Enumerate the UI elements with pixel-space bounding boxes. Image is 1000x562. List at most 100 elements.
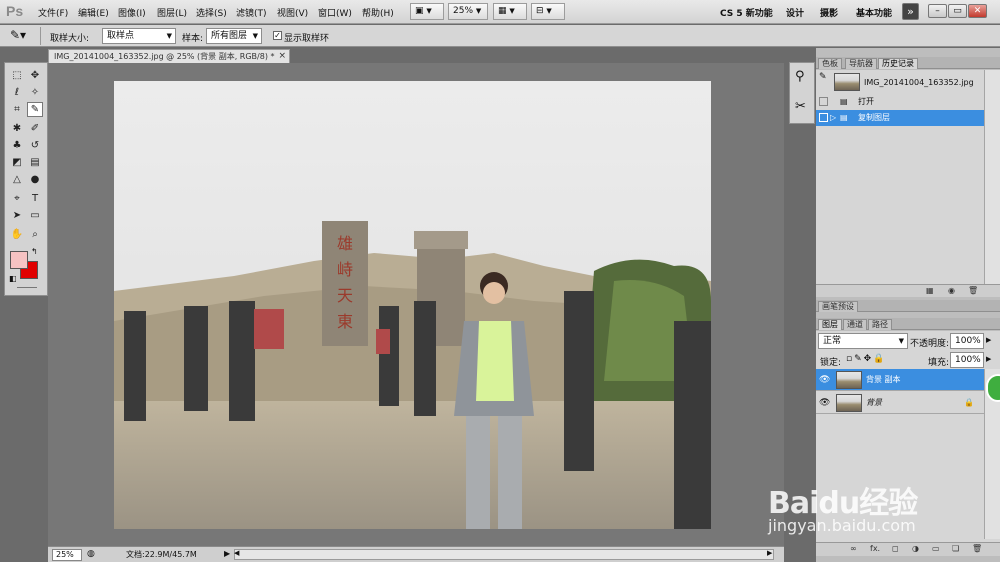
layer-row[interactable]: 👁 背景 🔒 bbox=[816, 392, 984, 414]
shape-tool[interactable]: ▭ bbox=[27, 208, 43, 223]
workspace-overflow-button[interactable]: » bbox=[902, 3, 919, 20]
restore-button[interactable]: ▭ bbox=[948, 4, 967, 18]
delete-layer-icon[interactable]: 🗑 bbox=[972, 544, 982, 553]
menu-image[interactable]: 图像(I) bbox=[118, 6, 146, 19]
eye-icon[interactable]: 👁 bbox=[819, 392, 830, 414]
blend-mode-select[interactable]: 正常 ▼ bbox=[818, 333, 908, 349]
history-item[interactable]: ▤ 打开 bbox=[816, 94, 984, 110]
opacity-input[interactable]: 100% bbox=[950, 333, 984, 349]
quick-select-tool[interactable]: ✧ bbox=[27, 85, 43, 100]
horizontal-scrollbar[interactable] bbox=[234, 549, 774, 560]
history-brush-tool[interactable]: ↺ bbox=[27, 138, 43, 153]
tool-presets-icon[interactable]: ✂ bbox=[795, 99, 806, 114]
layer-name[interactable]: 背景 bbox=[866, 392, 882, 414]
history-item-selected[interactable]: ▷ ▤ 复制图层 bbox=[816, 110, 984, 126]
tab-navigator[interactable]: 导航器 bbox=[845, 58, 877, 69]
layer-row-selected[interactable]: 👁 背景 副本 bbox=[816, 369, 984, 391]
sample-size-select[interactable]: 取样点 ▼ bbox=[102, 28, 176, 44]
workspace-essentials[interactable]: 基本功能 bbox=[856, 6, 892, 19]
scroll-left-icon[interactable]: ◀ bbox=[234, 549, 239, 557]
clone-stamp-tool[interactable]: ♣ bbox=[9, 138, 25, 153]
eyedropper-preset-icon[interactable]: ✎▾ bbox=[10, 28, 26, 42]
clone-source-icon[interactable]: ⚲ bbox=[795, 69, 805, 84]
trash-icon[interactable]: 🗑 bbox=[968, 286, 978, 295]
zoom-field[interactable]: 25% bbox=[52, 549, 82, 561]
add-mask-icon[interactable]: ◻ bbox=[892, 544, 899, 553]
history-state-slider-icon[interactable]: ▷ bbox=[830, 110, 836, 126]
layer-name[interactable]: 背景 副本 bbox=[866, 369, 901, 391]
menu-file[interactable]: 文件(F) bbox=[38, 6, 68, 19]
tab-layers[interactable]: 图层 bbox=[818, 319, 842, 330]
sample-select[interactable]: 所有图层 ▼ bbox=[206, 28, 262, 44]
new-document-from-state-icon[interactable]: ▦ bbox=[926, 286, 934, 295]
hand-tool[interactable]: ✋ bbox=[9, 227, 25, 242]
menu-window[interactable]: 窗口(W) bbox=[318, 6, 352, 19]
pen-tool[interactable]: ⌖ bbox=[9, 191, 25, 206]
gradient-tool[interactable]: ▤ bbox=[27, 155, 43, 170]
move-tool[interactable]: ✥ bbox=[27, 68, 43, 83]
scroll-right-icon[interactable]: ▶ bbox=[767, 549, 772, 557]
brush-tool[interactable]: ✐ bbox=[27, 121, 43, 136]
menu-edit[interactable]: 编辑(E) bbox=[78, 6, 109, 19]
tab-paths[interactable]: 路径 bbox=[868, 319, 892, 330]
snapshot-brush-icon[interactable]: ✎ bbox=[819, 72, 829, 90]
foreground-color-front[interactable] bbox=[10, 251, 28, 269]
menu-filter[interactable]: 滤镜(T) bbox=[236, 6, 267, 19]
crop-tool[interactable]: ⌗ bbox=[9, 102, 25, 117]
create-snapshot-icon[interactable]: ◉ bbox=[948, 286, 955, 295]
tab-swatches[interactable]: 色板 bbox=[818, 58, 842, 69]
marquee-tool[interactable]: ⬚ bbox=[9, 68, 25, 83]
lock-icons[interactable]: ▫✎✥🔒 bbox=[846, 354, 886, 364]
tab-history[interactable]: 历史记录 bbox=[878, 58, 918, 69]
menu-view[interactable]: 视图(V) bbox=[277, 6, 308, 19]
zoom-level-dropdown[interactable]: 25% ▼ bbox=[448, 3, 488, 20]
history-brush-source-box[interactable] bbox=[819, 97, 828, 106]
workspace-photography[interactable]: 摄影 bbox=[820, 6, 838, 19]
show-ring-checkbox[interactable]: ✓ bbox=[273, 31, 282, 40]
swap-colors-icon[interactable]: ↰ bbox=[31, 247, 38, 256]
blur-tool[interactable]: △ bbox=[9, 172, 25, 187]
fill-input[interactable]: 100% bbox=[950, 352, 984, 368]
snapshot-thumbnail[interactable] bbox=[834, 73, 860, 91]
layer-thumbnail[interactable] bbox=[836, 394, 862, 412]
default-colors-icon[interactable]: ◧ bbox=[9, 274, 17, 283]
menu-layer[interactable]: 图层(L) bbox=[157, 6, 187, 19]
canvas-photo[interactable]: 雄 峙 天 東 bbox=[114, 81, 711, 529]
close-tab-icon[interactable]: × bbox=[278, 50, 286, 63]
menu-select[interactable]: 选择(S) bbox=[196, 6, 227, 19]
new-layer-icon[interactable]: ❏ bbox=[952, 544, 959, 553]
workspace-design[interactable]: 设计 bbox=[786, 6, 804, 19]
eraser-tool[interactable]: ◩ bbox=[9, 155, 25, 170]
workspace-cs5-new[interactable]: CS 5 新功能 bbox=[720, 6, 773, 19]
history-brush-source-box[interactable] bbox=[819, 113, 828, 122]
history-scrollbar[interactable] bbox=[984, 70, 1000, 284]
link-layers-icon[interactable]: ∞ bbox=[850, 544, 857, 553]
close-button[interactable]: ✕ bbox=[968, 4, 987, 18]
fill-slider-arrow-icon[interactable]: ▶ bbox=[986, 355, 991, 363]
screen-mode-button[interactable]: ▣ ▼ bbox=[410, 3, 444, 20]
path-select-tool[interactable]: ➤ bbox=[9, 208, 25, 223]
tab-brush-presets[interactable]: 画笔预设 bbox=[818, 301, 858, 312]
adjustment-layer-icon[interactable]: ◑ bbox=[912, 544, 919, 553]
layer-thumbnail[interactable] bbox=[836, 371, 862, 389]
view-extras-button[interactable]: ⊟ ▼ bbox=[531, 3, 565, 20]
svg-text:峙: 峙 bbox=[337, 260, 353, 279]
menu-help[interactable]: 帮助(H) bbox=[362, 6, 394, 19]
floating-badge[interactable] bbox=[986, 374, 1000, 402]
arrange-documents-button[interactable]: ▦ ▼ bbox=[493, 3, 527, 20]
zoom-tool[interactable]: ⌕ bbox=[27, 227, 43, 242]
dodge-tool[interactable]: ● bbox=[27, 172, 43, 187]
layer-style-icon[interactable]: fx. bbox=[870, 544, 880, 553]
eyedropper-tool[interactable]: ✎ bbox=[27, 102, 43, 117]
healing-brush-tool[interactable]: ✱ bbox=[9, 121, 25, 136]
eye-icon[interactable]: 👁 bbox=[819, 369, 830, 391]
document-tab[interactable]: IMG_20141004_163352.jpg @ 25% (背景 副本, RG… bbox=[48, 49, 290, 63]
opacity-slider-arrow-icon[interactable]: ▶ bbox=[986, 336, 991, 344]
new-group-icon[interactable]: ▭ bbox=[932, 544, 940, 553]
lasso-tool[interactable]: ℓ bbox=[9, 85, 25, 100]
snapshot-name[interactable]: IMG_20141004_163352.jpg bbox=[864, 78, 974, 87]
status-menu-arrow-icon[interactable]: ▶ bbox=[224, 549, 230, 558]
minimize-button[interactable]: – bbox=[928, 4, 947, 18]
tab-channels[interactable]: 通道 bbox=[843, 319, 867, 330]
type-tool[interactable]: T bbox=[27, 191, 43, 206]
